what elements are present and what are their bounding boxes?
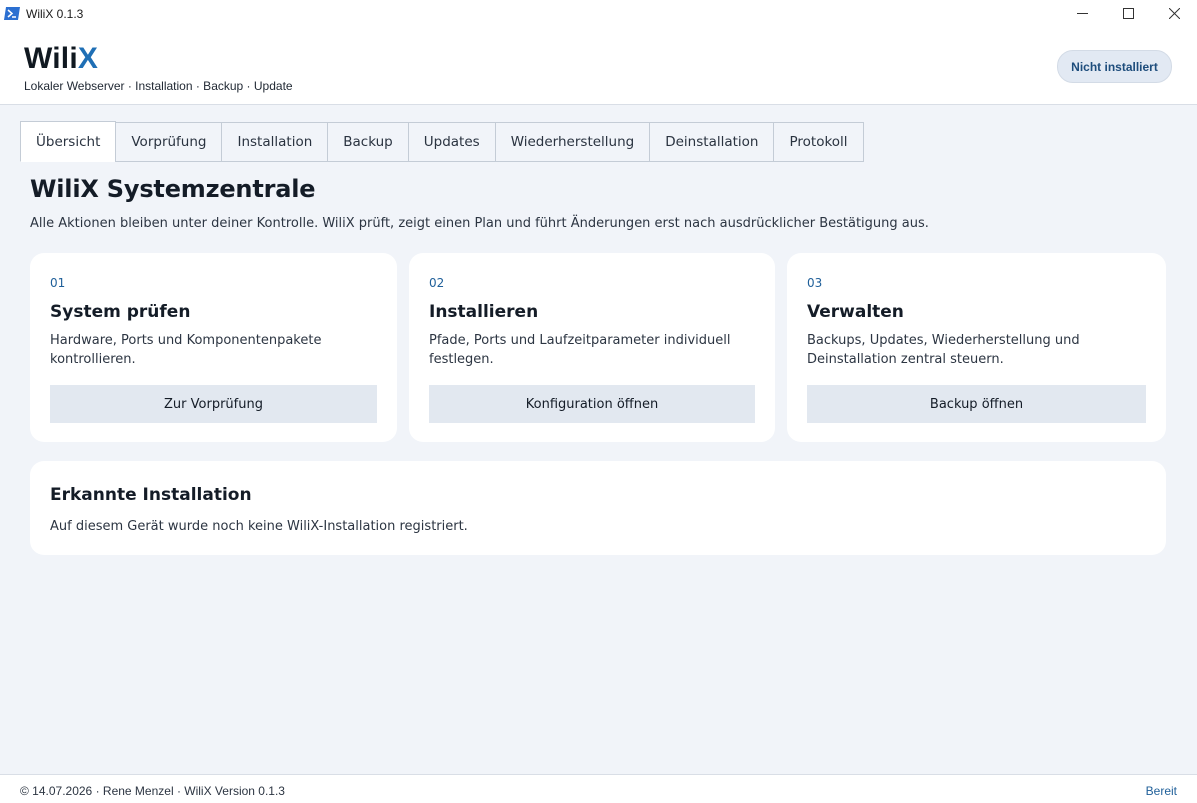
maximize-button[interactable] — [1105, 0, 1151, 27]
app-header: WiliX Lokaler Webserver · Installation ·… — [0, 27, 1197, 105]
card-number: 03 — [807, 276, 823, 290]
card-system-check: 01 System prüfen Hardware, Ports und Kom… — [30, 253, 397, 442]
card-text-line: Hardware, Ports und Komponentenpakete — [50, 333, 322, 348]
footer-status: Bereit — [1145, 784, 1177, 798]
card-text-line: kontrollieren. — [50, 352, 136, 367]
close-icon — [1168, 8, 1180, 19]
precheck-button[interactable]: Zur Vorprüfung — [50, 385, 377, 423]
minimize-icon — [1076, 13, 1088, 14]
panel-text: Auf diesem Gerät wurde noch keine WiliX-… — [50, 519, 468, 534]
footer-copyright: © 14.07.2026 · Rene Menzel · WiliX Versi… — [20, 784, 285, 798]
card-text-line: festlegen. — [429, 352, 494, 367]
tab-deinstallation[interactable]: Deinstallation — [649, 122, 775, 162]
status-bar: © 14.07.2026 · Rene Menzel · WiliX Versi… — [0, 774, 1197, 803]
card-text-line: Backups, Updates, Wiederherstellung und — [807, 333, 1080, 348]
card-install: 02 Installieren Pfade, Ports und Laufzei… — [409, 253, 775, 442]
tab-vorpruefung[interactable]: Vorprüfung — [115, 122, 223, 162]
page-title: WiliX Systemzentrale — [30, 175, 316, 203]
window-controls — [1059, 0, 1197, 27]
page-description: Alle Aktionen bleiben unter deiner Kontr… — [30, 216, 929, 231]
brand-accent: X — [77, 42, 99, 75]
card-number: 02 — [429, 276, 445, 290]
tab-installation[interactable]: Installation — [221, 122, 329, 162]
detected-installation-panel: Erkannte Installation Auf diesem Gerät w… — [30, 461, 1166, 555]
maximize-icon — [1122, 8, 1134, 19]
minimize-button[interactable] — [1059, 0, 1105, 27]
card-title: System prüfen — [50, 302, 191, 322]
status-badge: Nicht installiert — [1057, 50, 1172, 83]
card-text-line: Deinstallation zentral steuern. — [807, 352, 1004, 367]
card-number: 01 — [50, 276, 66, 290]
card-title: Installieren — [429, 302, 539, 322]
tab-updates[interactable]: Updates — [407, 122, 496, 162]
open-backup-button[interactable]: Backup öffnen — [807, 385, 1146, 423]
open-configuration-button[interactable]: Konfiguration öffnen — [429, 385, 755, 423]
panel-title: Erkannte Installation — [50, 485, 252, 505]
card-text: Hardware, Ports und Komponentenpakete ko… — [50, 331, 321, 369]
window-title: WiliX 0.1.3 — [26, 6, 84, 21]
window-titlebar: WiliX 0.1.3 — [0, 0, 1197, 27]
tab-protokoll[interactable]: Protokoll — [773, 122, 864, 162]
card-manage: 03 Verwalten Backups, Updates, Wiederher… — [787, 253, 1166, 442]
tab-uebersicht[interactable]: Übersicht — [20, 121, 117, 162]
brand-logo: WiliX — [24, 42, 98, 76]
card-title: Verwalten — [807, 302, 904, 322]
card-text: Backups, Updates, Wiederherstellung und … — [807, 331, 1080, 369]
close-button[interactable] — [1151, 0, 1197, 27]
tab-bar: Übersicht Vorprüfung Installation Backup… — [20, 121, 864, 162]
app-subtitle: Lokaler Webserver · Installation · Backu… — [24, 79, 293, 93]
powershell-icon — [4, 7, 20, 21]
tab-backup[interactable]: Backup — [327, 122, 409, 162]
brand-main: Wili — [24, 42, 78, 75]
card-text-line: Pfade, Ports und Laufzeitparameter indiv… — [429, 333, 731, 348]
card-text: Pfade, Ports und Laufzeitparameter indiv… — [429, 331, 731, 369]
tab-wiederherstellung[interactable]: Wiederherstellung — [494, 122, 651, 162]
